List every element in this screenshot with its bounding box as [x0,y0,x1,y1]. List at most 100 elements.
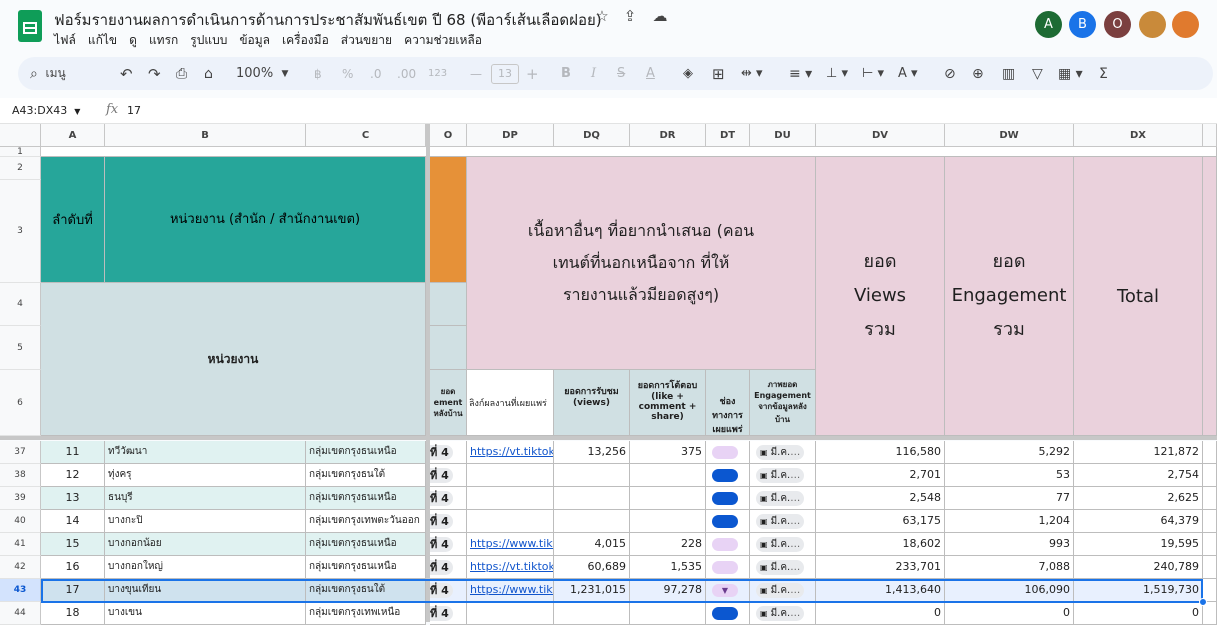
cell-unit-group[interactable]: กลุ่มเขตกรุงเทพตะวันออก [306,510,426,533]
file-chip[interactable]: ▣ มี.ค.… [756,606,805,621]
cell-total-engage[interactable]: 993 [945,533,1074,556]
formula-input[interactable]: 17 [127,104,141,117]
file-chip[interactable]: ▣ มี.ค.… [756,491,805,506]
cell-link[interactable] [467,487,554,510]
header-seq[interactable]: ลำดับที่ [41,157,105,283]
cell-total[interactable]: 240,789 [1074,556,1203,579]
select-all-corner[interactable] [0,124,41,147]
row-header-43[interactable]: 43 [0,579,41,602]
column-header-C[interactable]: C [306,124,426,147]
cell-next[interactable] [1203,464,1217,487]
file-chip[interactable]: ▣ มี.ค.… [756,583,805,598]
percent-format-button[interactable]: % [342,57,353,90]
column-header-DQ[interactable]: DQ [554,124,630,147]
cell-link[interactable]: https://vt.tiktok.c [467,556,554,579]
header-o-row6[interactable]: ยอด ement หลังบ้าน [430,370,467,436]
vertical-align-icon[interactable]: ⊥ ▾ [826,57,848,90]
cell-next[interactable] [1203,510,1217,533]
cell-unit-name[interactable]: บางกอกใหญ่ [105,556,306,579]
cell-unit-group[interactable]: กลุ่มเขตกรุงธนเหนือ [306,533,426,556]
cell-next[interactable] [1203,487,1217,510]
borders-icon[interactable]: ⊞ [712,57,725,90]
cell-seq[interactable]: 11 [41,441,105,464]
channel-chip[interactable] [712,515,738,528]
cell-views[interactable]: 4,015 [554,533,630,556]
increase-decimal-button[interactable]: .00 [397,57,416,90]
zoom-select[interactable]: 100% ▼ [236,57,288,90]
cell-total-views[interactable]: 2,701 [816,464,945,487]
cloud-status-icon[interactable]: ☁ [650,7,670,25]
fill-handle[interactable] [1199,598,1207,606]
row-header-37[interactable]: 37 [0,441,41,464]
undo-icon[interactable]: ↶ [120,57,133,90]
cell-engage[interactable]: 228 [630,533,706,556]
cell-total[interactable]: 1,519,730 [1074,579,1203,602]
row-header-38[interactable]: 38 [0,464,41,487]
row-header-6[interactable]: 6 [0,370,41,436]
cell-unit-group[interactable]: กลุ่มเขตกรุงธนใต้ [306,579,426,602]
cell-backend-file[interactable]: ▣ มี.ค.… [750,510,816,533]
cell-engage[interactable] [630,510,706,533]
menu-item-4[interactable]: รูปแบบ [190,31,227,50]
cell-backend-file[interactable]: ▣ มี.ค.… [750,441,816,464]
header-unit-sub[interactable]: หน่วยงาน [41,283,426,436]
insert-chart-icon[interactable]: ▥ [1002,57,1015,90]
row-header-4[interactable]: 4 [0,283,41,326]
cell-channel[interactable] [706,556,750,579]
bold-icon[interactable]: B [561,57,571,90]
column-header-DU[interactable]: DU [750,124,816,147]
cell-backend-file[interactable]: ▣ มี.ค.… [750,579,816,602]
row-header-3[interactable]: 3 [0,180,41,283]
functions-icon[interactable]: Σ [1099,57,1108,90]
strikethrough-icon[interactable]: S [617,57,625,90]
cell-backend-file[interactable]: ▣ มี.ค.… [750,533,816,556]
menu-item-6[interactable]: เครื่องมือ [282,31,329,50]
text-rotation-icon[interactable]: A ▾ [898,57,918,90]
cell-next[interactable] [1203,556,1217,579]
cell-unit-name[interactable]: บางกอกน้อย [105,533,306,556]
cell-total-views[interactable]: 18,602 [816,533,945,556]
menu-item-5[interactable]: ข้อมูล [239,31,270,50]
header-engage[interactable]: ยอดการโต้ตอบ (like + comment + share) [630,370,706,436]
collaborator-avatar[interactable] [1172,11,1199,38]
menu-item-7[interactable]: ส่วนขยาย [341,31,392,50]
cell-link[interactable]: https://www.tiktc [467,579,554,602]
cell-channel[interactable]: ▼ [706,579,750,602]
cell-channel[interactable] [706,487,750,510]
column-header-next[interactable] [1203,124,1217,147]
cell-channel[interactable] [706,464,750,487]
channel-chip[interactable]: ▼ [712,584,738,597]
cell-total-views[interactable]: 116,580 [816,441,945,464]
header-backend[interactable]: ภาพยอด Engagement จากข้อมูลหลังบ้าน [750,370,816,436]
cell-link[interactable] [467,510,554,533]
cell-views[interactable]: 60,689 [554,556,630,579]
row-header-39[interactable]: 39 [0,487,41,510]
cell-seq[interactable]: 15 [41,533,105,556]
cell-total-engage[interactable]: 106,090 [945,579,1074,602]
name-box[interactable]: A43:DX43 ▼ [12,104,80,117]
header-total-views[interactable]: ยอด Views รวม [816,157,945,436]
header-o-orange[interactable] [430,157,467,283]
header-unit[interactable]: หน่วยงาน (สำนัก / สำนักงานเขต) [105,157,426,283]
cell-channel[interactable] [706,533,750,556]
menu-item-8[interactable]: ความช่วยเหลือ [404,31,482,50]
merge-cells-icon[interactable]: ⇹ ▾ [741,57,763,90]
search-menu[interactable]: ⌕ เมนู [30,57,66,90]
column-header-DV[interactable]: DV [816,124,945,147]
font-size-plus-icon[interactable]: + [526,57,539,90]
cell-views[interactable] [554,464,630,487]
cell-unit-name[interactable]: ทุ่งครุ [105,464,306,487]
cell-o[interactable]: ที่ 4 [430,464,467,487]
file-chip[interactable]: ▣ มี.ค.… [756,514,805,529]
channel-chip[interactable] [712,538,738,551]
header-link[interactable]: ลิงก์ผลงานที่เผยแพร่ [467,370,554,436]
channel-chip[interactable] [712,561,738,574]
cell-o[interactable]: ที่ 4 [430,510,467,533]
cell-engage[interactable]: 375 [630,441,706,464]
header-next-col[interactable] [1203,157,1217,436]
print-icon[interactable]: ⎙ [176,57,187,90]
cell-total-engage[interactable]: 1,204 [945,510,1074,533]
column-header-DT[interactable]: DT [706,124,750,147]
menu-item-0[interactable]: ไฟล์ [54,31,76,50]
cell-engage[interactable]: 97,278 [630,579,706,602]
